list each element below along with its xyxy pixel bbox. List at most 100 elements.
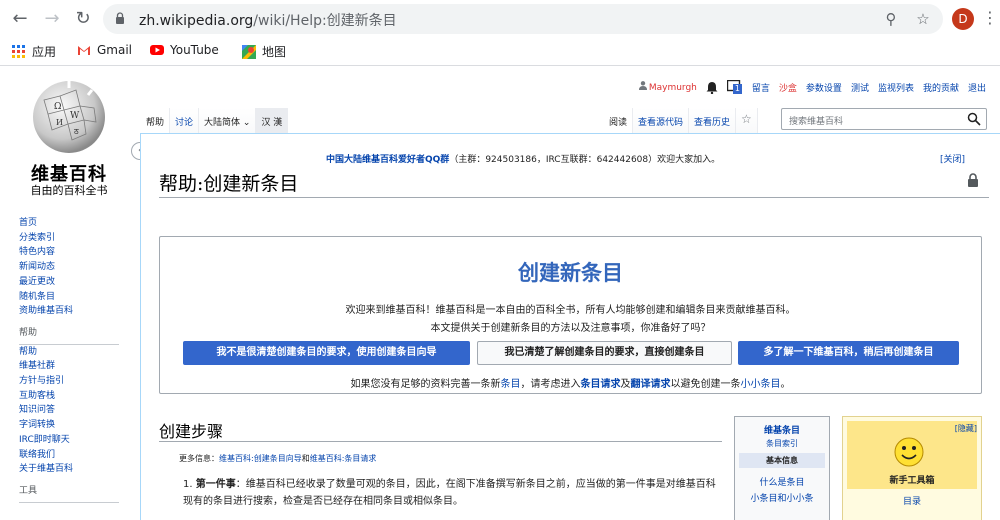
username: Maymurgh xyxy=(648,83,697,93)
zoom-icon[interactable]: ⚲ xyxy=(883,11,899,27)
personal-tools: Maymurgh 1 留言 沙盒 参数设置 测试 监视列表 我的贡献 退出 xyxy=(638,79,986,94)
tab-talk[interactable]: 讨论 xyxy=(170,108,200,134)
tab-view-source[interactable]: 查看源代码 xyxy=(633,108,690,134)
menu-kebab-icon[interactable]: ⋮ xyxy=(982,9,998,27)
wizard-button[interactable]: 我不是很清楚创建条目的要求，使用创建条目向导 xyxy=(183,341,470,365)
sidebar-item-conversion[interactable]: 字词转换 xyxy=(19,418,129,433)
browser-toolbar: ← → ↻ zh.wikipedia.org/wiki/Help:创建新条目 ⚲… xyxy=(0,0,1000,38)
sidebar-item-donate[interactable]: 资助维基百科 xyxy=(19,304,129,319)
intro-line-3-text: 。 xyxy=(780,379,791,390)
newbie-toolbox: [隐藏] 新手工具箱 目录 xyxy=(842,416,982,520)
sidebar-item-village-pump[interactable]: 互助客栈 xyxy=(19,389,129,404)
sidebar-heading-help[interactable]: 帮助 xyxy=(19,326,129,341)
personal-logout-link[interactable]: 退出 xyxy=(968,81,986,94)
bookmarks-bar: 应用 Gmail YouTube 地图 xyxy=(0,38,1000,66)
navbox-link-what-is-article[interactable]: 什么是条目 xyxy=(735,476,829,490)
url-path: /wiki/Help:创建新条目 xyxy=(253,13,397,29)
bookmark-label: Gmail xyxy=(97,43,133,57)
site-notice-link[interactable]: 中国大陆维基百科爱好者QQ群 xyxy=(326,155,449,165)
logo-tagline: 自由的百科全书 xyxy=(30,184,108,197)
intro-line-3: 如果您没有足够的资料完善一条新条目，请考虑进入条目请求及翻译请求以避免创建一条小… xyxy=(160,375,981,390)
toolbox-contents-link[interactable]: 目录 xyxy=(843,494,981,507)
sidebar-item-help[interactable]: 帮助 xyxy=(19,345,129,360)
svg-text:И: И xyxy=(56,118,63,127)
navbox-subtitle[interactable]: 条目索引 xyxy=(735,438,829,449)
url-text[interactable]: zh.wikipedia.org/wiki/Help:创建新条目 xyxy=(139,10,397,30)
youtube-icon xyxy=(150,45,164,55)
bookmark-maps[interactable]: 地图 xyxy=(242,43,286,60)
translation-request-link[interactable]: 翻译请求 xyxy=(631,379,671,390)
bookmark-gmail[interactable]: Gmail xyxy=(77,43,132,57)
article-request-link[interactable]: 条目请求 xyxy=(581,379,621,390)
search-placeholder: 搜索维基百科 xyxy=(789,117,844,127)
intro-line-3-text: 如果您没有足够的资料完善一条新 xyxy=(350,379,501,390)
article-navbox: 维基条目 条目索引 基本信息 什么是条目 小条目和小小条 xyxy=(734,416,830,520)
profile-avatar[interactable]: D xyxy=(952,8,974,30)
bookmark-youtube[interactable]: YouTube xyxy=(150,43,219,57)
sidebar-item-news[interactable]: 新闻动态 xyxy=(19,260,129,275)
navbox-title[interactable]: 维基条目 xyxy=(735,423,829,436)
sidebar-item-recent-changes[interactable]: 最近更改 xyxy=(19,275,129,290)
bookmark-label: YouTube xyxy=(170,43,219,57)
address-bar[interactable]: zh.wikipedia.org/wiki/Help:创建新条目 ⚲ ☆ xyxy=(103,4,943,34)
sidebar-heading-tools[interactable]: 工具 xyxy=(19,484,129,499)
navbox-link-stubs[interactable]: 小条目和小小条 xyxy=(735,492,829,506)
toolbox-title: 新手工具箱 xyxy=(889,476,935,486)
wikipedia-logo[interactable]: Ω W И ठ 维基百科 自由的百科全书 xyxy=(14,78,124,198)
svg-text:Ω: Ω xyxy=(54,102,61,112)
personal-beta-link[interactable]: 测试 xyxy=(851,81,869,94)
personal-watchlist-link[interactable]: 监视列表 xyxy=(878,81,914,94)
tab-read[interactable]: 阅读 xyxy=(604,108,634,134)
more-info-label: 更多信息： xyxy=(179,454,219,463)
tab-variant-dropdown[interactable]: 大陆简体 ⌄ xyxy=(199,108,257,134)
more-info-and: 和 xyxy=(301,454,310,463)
wizard-page-link[interactable]: 维基百科:创建条目向导 xyxy=(219,454,302,463)
personal-contributions-link[interactable]: 我的贡献 xyxy=(923,81,959,94)
direct-create-button[interactable]: 我已清楚了解创建条目的要求，直接创建条目 xyxy=(477,341,732,365)
protection-lock-icon[interactable] xyxy=(967,173,979,187)
intro-line-3-text: ，请考虑进入 xyxy=(520,379,581,390)
sidebar-item-random[interactable]: 随机条目 xyxy=(19,290,129,305)
wiki-search-input[interactable]: 搜索维基百科 xyxy=(781,108,987,130)
sidebar-divider xyxy=(19,501,119,503)
close-notice-link[interactable]: [关闭] xyxy=(940,152,965,165)
intro-line-3-text: 以避免创建一条 xyxy=(670,379,741,390)
personal-talk-link[interactable]: 留言 xyxy=(752,81,770,94)
lock-icon[interactable] xyxy=(115,12,125,24)
article-link[interactable]: 条目 xyxy=(501,379,521,390)
site-notice: 中国大陆维基百科爱好者QQ群（主群：924503186，IRC互联群：64244… xyxy=(326,152,720,165)
user-page-link[interactable]: Maymurgh xyxy=(638,81,697,93)
sidebar-item-about[interactable]: 关于维基百科 xyxy=(19,462,129,477)
notices-indicator[interactable]: 1 xyxy=(726,79,743,94)
gmail-icon xyxy=(78,46,90,55)
sidebar-item-featured[interactable]: 特色内容 xyxy=(19,245,129,260)
watch-star-icon[interactable]: ☆ xyxy=(736,108,758,134)
sidebar-item-main-page[interactable]: 首页 xyxy=(19,216,129,231)
reload-icon[interactable]: ↻ xyxy=(73,9,93,29)
search-icon[interactable] xyxy=(967,112,981,126)
bell-icon[interactable] xyxy=(706,81,718,94)
personal-preferences-link[interactable]: 参数设置 xyxy=(806,81,842,94)
navbox-header: 基本信息 xyxy=(739,453,825,468)
request-page-link[interactable]: 维基百科:条目请求 xyxy=(310,454,377,463)
stub-link[interactable]: 小小条目 xyxy=(741,379,781,390)
bookmark-apps[interactable]: 应用 xyxy=(12,43,56,60)
sidebar-item-irc[interactable]: IRC即时聊天 xyxy=(19,433,129,448)
back-arrow-icon[interactable]: ← xyxy=(10,9,30,29)
forward-arrow-icon[interactable]: → xyxy=(42,9,62,29)
sidebar-item-qa[interactable]: 知识问答 xyxy=(19,403,129,418)
sidebar-item-contact[interactable]: 联络我们 xyxy=(19,448,129,463)
bookmark-star-icon[interactable]: ☆ xyxy=(915,11,931,27)
sidebar-item-community[interactable]: 维基社群 xyxy=(19,359,129,374)
wikipedia-globe-icon: Ω W И ठ xyxy=(33,81,105,153)
sidebar-item-policies[interactable]: 方针与指引 xyxy=(19,374,129,389)
maps-icon xyxy=(242,44,256,59)
tab-history[interactable]: 查看历史 xyxy=(689,108,737,134)
tab-help-page[interactable]: 帮助 xyxy=(141,108,171,134)
personal-sandbox-link[interactable]: 沙盒 xyxy=(779,81,797,94)
learn-more-button[interactable]: 多了解一下维基百科，稍后再创建条目 xyxy=(738,341,959,365)
sidebar: 首页 分类索引 特色内容 新闻动态 最近更改 随机条目 资助维基百科 帮助 帮助… xyxy=(19,216,129,503)
tab-hanzi-toggle[interactable]: 汉 漢 xyxy=(256,108,289,134)
sidebar-item-category[interactable]: 分类索引 xyxy=(19,231,129,246)
toolbox-hide-link[interactable]: [隐藏] xyxy=(955,423,977,434)
